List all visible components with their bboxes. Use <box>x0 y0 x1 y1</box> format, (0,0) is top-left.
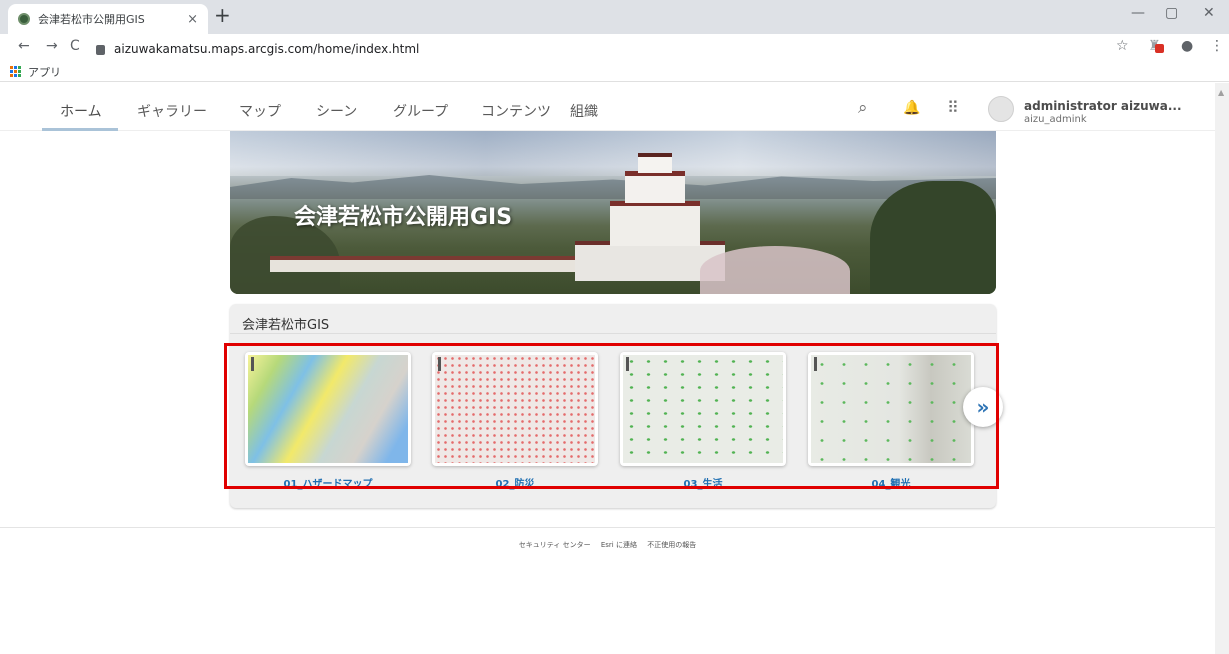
back-arrow-icon[interactable]: ← <box>18 38 30 54</box>
bookmark-star-icon[interactable]: ☆ <box>1116 38 1129 54</box>
tab-title: 会津若松市公開用GIS <box>38 13 145 26</box>
new-tab-button[interactable]: + <box>214 5 231 25</box>
red-highlight-box <box>224 343 999 489</box>
apps-grid-icon[interactable] <box>10 65 22 78</box>
browser-tabstrip: 会津若松市公開用GIS × + — ▢ ✕ <box>0 0 1229 34</box>
profile-icon[interactable]: ● <box>1181 38 1193 54</box>
maximize-button[interactable]: ▢ <box>1165 5 1178 21</box>
nav-gallery[interactable]: ギャラリー <box>137 101 207 121</box>
reload-icon[interactable]: C <box>70 38 80 54</box>
close-window-button[interactable]: ✕ <box>1203 5 1215 21</box>
footer-link-security-center[interactable]: セキュリティ センター <box>519 541 591 549</box>
nav-organization[interactable]: 組織 <box>570 101 598 121</box>
portal-navigation: ホーム ギャラリー マップ シーン グループ コンテンツ 組織 ⌕ 🔔 ⠿ ad… <box>0 83 1215 131</box>
gallery-header: 会津若松市GIS <box>230 304 996 334</box>
user-name[interactable]: administrator aizuwa... <box>1024 99 1182 113</box>
user-id: aizu_admink <box>1024 114 1087 125</box>
footer: セキュリティ センター Esri に連絡 不正使用の報告 <box>0 540 1215 550</box>
nav-content[interactable]: コンテンツ <box>481 101 551 121</box>
bookmark-apps-link[interactable]: アプリ <box>28 64 61 80</box>
nav-groups[interactable]: グループ <box>393 101 448 121</box>
nav-map[interactable]: マップ <box>239 101 281 121</box>
nav-home[interactable]: ホーム <box>60 101 102 121</box>
footer-divider <box>0 527 1215 528</box>
extension-badge <box>1155 44 1164 53</box>
browser-tab[interactable]: 会津若松市公開用GIS × <box>8 4 208 34</box>
bookmarks-bar: アプリ <box>0 62 1229 82</box>
lock-icon <box>96 45 105 55</box>
home-banner: 会津若松市公開用GIS <box>230 131 996 294</box>
banner-title: 会津若松市公開用GIS <box>294 205 513 230</box>
nav-active-indicator <box>42 128 118 131</box>
footer-link-report-abuse[interactable]: 不正使用の報告 <box>647 541 696 549</box>
forward-arrow-icon[interactable]: → <box>46 38 58 54</box>
app-launcher-icon[interactable]: ⠿ <box>947 98 959 117</box>
user-avatar[interactable] <box>988 96 1014 122</box>
search-icon[interactable]: ⌕ <box>858 98 868 118</box>
url-text: aizuwakamatsu.maps.arcgis.com/home/index… <box>114 42 420 56</box>
footer-link-contact-esri[interactable]: Esri に連絡 <box>601 541 637 549</box>
site-favicon-icon <box>18 13 30 25</box>
notifications-bell-icon[interactable]: 🔔 <box>903 100 920 116</box>
browser-toolbar: ← → C aizuwakamatsu.maps.arcgis.com/home… <box>0 34 1229 62</box>
tab-close-icon[interactable]: × <box>187 12 198 27</box>
address-bar[interactable]: aizuwakamatsu.maps.arcgis.com/home/index… <box>96 38 1096 60</box>
gallery-title: 会津若松市GIS <box>242 318 330 333</box>
browser-menu-icon[interactable]: ⋮ <box>1210 38 1224 54</box>
scroll-up-arrow-icon[interactable]: ▲ <box>1218 88 1224 97</box>
page-scrollbar[interactable] <box>1215 83 1229 654</box>
nav-scene[interactable]: シーン <box>316 101 357 121</box>
minimize-button[interactable]: — <box>1131 5 1145 21</box>
